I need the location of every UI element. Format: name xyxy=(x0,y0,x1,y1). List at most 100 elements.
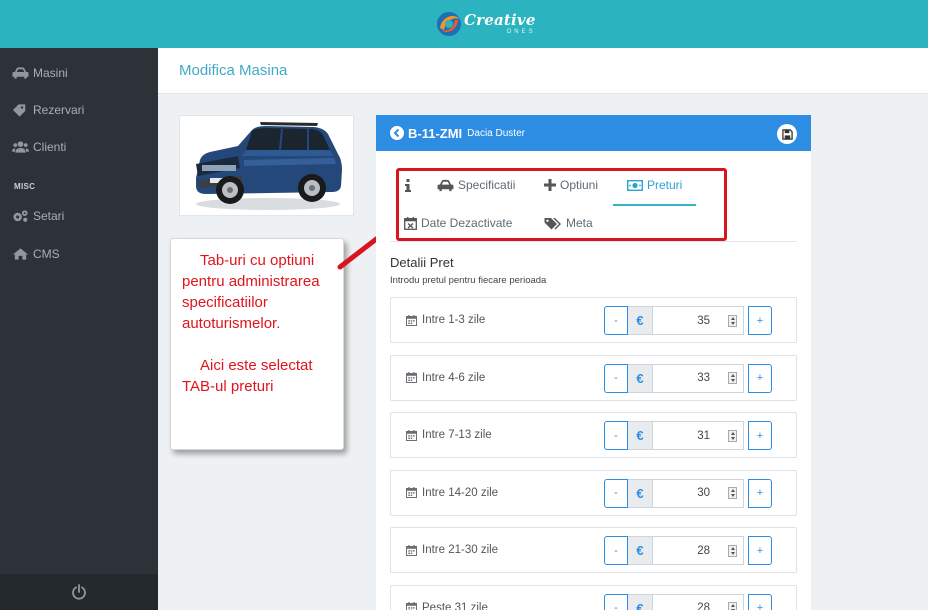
price-row: Intre 14-20 zile - € 30 + xyxy=(390,469,797,516)
price-input[interactable]: 28 xyxy=(653,593,744,610)
euro-icon: € xyxy=(628,593,653,610)
calendar-icon xyxy=(406,314,417,326)
price-row: Peste 31 zile - € 28 + xyxy=(390,584,797,610)
spinner-icon[interactable] xyxy=(728,429,737,442)
top-bar: Creative ONES xyxy=(0,0,928,48)
save-icon xyxy=(781,128,793,140)
decrement-button[interactable]: - xyxy=(604,306,628,335)
car-icon xyxy=(12,67,29,79)
back-arrow-icon[interactable] xyxy=(390,126,404,140)
price-period: Peste 31 zile xyxy=(406,602,488,610)
users-icon xyxy=(12,141,29,153)
price-value: 31 xyxy=(697,429,710,442)
decrement-button[interactable]: - xyxy=(604,478,628,508)
spinner-icon[interactable] xyxy=(728,602,737,610)
sidebar-item-clienti[interactable]: Clienti xyxy=(0,132,158,162)
spinner-icon[interactable] xyxy=(728,314,737,327)
tabs-divider xyxy=(390,241,797,242)
spinner-icon[interactable] xyxy=(728,487,737,499)
calendar-icon xyxy=(406,544,417,556)
save-button[interactable] xyxy=(777,124,797,144)
decrement-button[interactable]: - xyxy=(604,536,628,565)
decrement-button[interactable]: - xyxy=(604,593,628,610)
sidebar-item-masini[interactable]: Masini xyxy=(0,58,158,88)
price-period-label: Intre 1-3 zile xyxy=(422,314,486,326)
vehicle-edit-card: B-11-ZMI Dacia Duster Specificatii Optiu… xyxy=(376,115,811,610)
decrement-button[interactable]: - xyxy=(604,363,628,393)
car-image xyxy=(196,122,342,210)
price-stepper: - € 33 + xyxy=(604,363,772,393)
price-input[interactable]: 30 xyxy=(653,478,744,508)
power-icon[interactable] xyxy=(71,584,87,600)
price-period-label: Intre 7-13 zile xyxy=(422,429,492,441)
brand-logo[interactable]: Creative ONES xyxy=(436,6,536,42)
home-icon xyxy=(12,248,29,260)
spinner-icon[interactable] xyxy=(728,372,737,384)
price-row: Intre 4-6 zile - € 33 + xyxy=(390,354,797,401)
increment-button[interactable]: + xyxy=(748,478,772,508)
spinner-icon[interactable] xyxy=(728,544,737,557)
price-stepper: - € 31 + xyxy=(604,421,772,450)
price-period: Intre 7-13 zile xyxy=(406,429,492,441)
calendar-icon xyxy=(406,429,417,441)
price-value: 28 xyxy=(697,602,710,610)
price-period-label: Peste 31 zile xyxy=(422,601,488,610)
price-row: Intre 21-30 zile - € 28 + xyxy=(390,527,797,573)
sidebar-item-setari[interactable]: Setari xyxy=(0,201,158,231)
price-period-label: Intre 14-20 zile xyxy=(422,486,499,499)
page-title: Modifica Masina xyxy=(179,62,288,79)
car-image-card xyxy=(179,115,354,216)
sidebar: Masini Rezervari Clienti MISC Setari CMS xyxy=(0,48,158,610)
price-row: Intre 7-13 zile - € 31 + xyxy=(390,412,797,458)
pricing-subtitle: Introdu pretul pentru fiecare perioada xyxy=(390,275,547,286)
sidebar-footer xyxy=(0,574,158,610)
vehicle-model: Dacia Duster xyxy=(467,127,525,139)
brand-name: Creative xyxy=(464,11,536,29)
price-stepper: - € 28 + xyxy=(604,536,772,565)
price-input[interactable]: 31 xyxy=(653,421,744,450)
sidebar-item-label: Masini xyxy=(33,66,68,80)
brand-logo-icon xyxy=(437,12,461,36)
price-row: Intre 1-3 zile - € 35 + xyxy=(390,297,797,343)
calendar-icon xyxy=(406,487,417,498)
price-input[interactable]: 35 xyxy=(653,306,744,335)
increment-button[interactable]: + xyxy=(748,593,772,610)
price-period-label: Intre 21-30 zile xyxy=(422,544,499,556)
annotation-text-selected: Aici este selectat TAB-ul preturi xyxy=(182,357,313,395)
decrement-button[interactable]: - xyxy=(604,421,628,450)
sidebar-item-cms[interactable]: CMS xyxy=(0,239,158,269)
vehicle-plate: B-11-ZMI xyxy=(408,125,463,141)
page-header: Modifica Masina xyxy=(158,48,928,94)
price-stepper: - € 28 + xyxy=(604,593,772,610)
euro-icon: € xyxy=(628,421,653,450)
price-stepper: - € 35 + xyxy=(604,306,772,335)
card-header: B-11-ZMI Dacia Duster xyxy=(376,115,811,151)
euro-icon: € xyxy=(628,478,653,508)
annotation-callout: Tab-uri cu optiuni pentru administrarea … xyxy=(170,238,344,450)
price-period: Intre 14-20 zile xyxy=(406,487,498,499)
price-value: 33 xyxy=(697,372,710,384)
price-value: 35 xyxy=(697,314,710,327)
price-period: Intre 1-3 zile xyxy=(406,314,485,326)
increment-button[interactable]: + xyxy=(748,536,772,565)
pricing-title: Detalii Pret xyxy=(390,255,454,270)
sidebar-section-misc: MISC xyxy=(14,182,36,191)
price-period: Intre 4-6 zile xyxy=(406,372,485,384)
increment-button[interactable]: + xyxy=(748,363,772,393)
euro-icon: € xyxy=(628,306,653,335)
increment-button[interactable]: + xyxy=(748,421,772,450)
sidebar-item-label: Setari xyxy=(33,209,65,223)
brand-tagline: ONES xyxy=(506,29,536,35)
calendar-icon xyxy=(406,372,417,383)
tag-icon xyxy=(12,104,26,117)
sidebar-item-rezervari[interactable]: Rezervari xyxy=(0,95,158,125)
sidebar-item-label: Clienti xyxy=(33,140,67,154)
euro-icon: € xyxy=(628,363,653,393)
price-input[interactable]: 28 xyxy=(653,536,744,565)
price-period-label: Intre 4-6 zile xyxy=(422,371,486,384)
price-input[interactable]: 33 xyxy=(653,363,744,393)
increment-button[interactable]: + xyxy=(748,306,772,335)
sidebar-item-label: Rezervari xyxy=(33,103,85,117)
price-stepper: - € 30 + xyxy=(604,478,772,508)
price-value: 28 xyxy=(697,544,710,557)
